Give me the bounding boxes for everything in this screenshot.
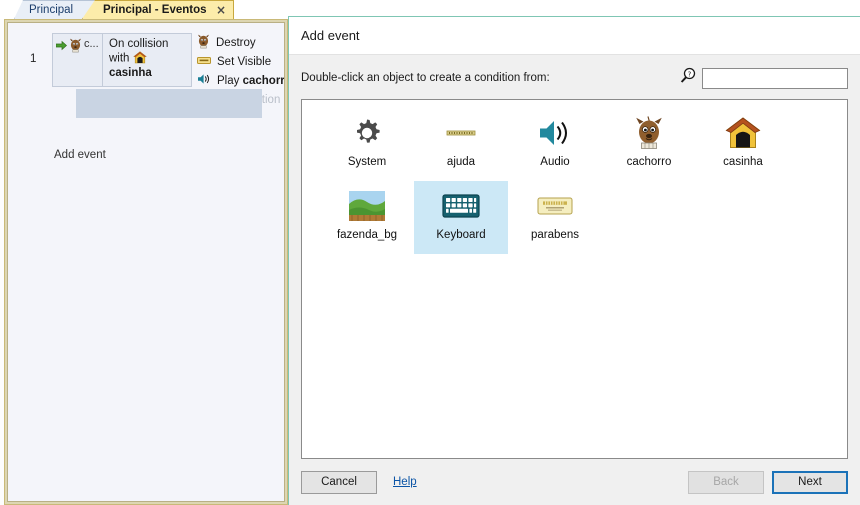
object-list[interactable]: System ajuda Audio cachorro casinha faze… bbox=[301, 99, 848, 459]
gear-icon bbox=[348, 114, 386, 152]
event-sheet[interactable]: 1 c... On collision with casinha Destroy… bbox=[7, 22, 285, 502]
search-input[interactable] bbox=[702, 67, 848, 89]
ajuda-bar-icon bbox=[442, 114, 480, 152]
casinha-house-icon bbox=[132, 51, 147, 66]
tab-principal-eventos-label: Principal - Eventos bbox=[103, 4, 207, 16]
svg-text:?: ? bbox=[688, 70, 692, 78]
tab-principal-eventos[interactable]: Principal - Eventos × bbox=[82, 0, 234, 19]
condition-text-line2: with bbox=[109, 52, 130, 65]
object-item-ajuda[interactable]: ajuda bbox=[414, 108, 508, 181]
object-item-audio[interactable]: Audio bbox=[508, 108, 602, 181]
object-item-cachorro[interactable]: cachorro bbox=[602, 108, 696, 181]
next-button[interactable]: Next bbox=[772, 470, 848, 494]
action-set-visible-label: Set Visible bbox=[217, 55, 272, 68]
dialog-title: Add event bbox=[301, 28, 360, 43]
object-label: casinha bbox=[723, 156, 763, 168]
action-play-prefix: Play bbox=[217, 74, 243, 87]
action-set-visible[interactable]: Set Visible bbox=[194, 52, 284, 71]
event-blank-strip[interactable] bbox=[76, 89, 262, 118]
house-icon bbox=[724, 114, 762, 152]
dog-icon bbox=[630, 114, 668, 152]
dialog-footer: Cancel Help Back Next bbox=[289, 459, 860, 505]
object-grid: System ajuda Audio cachorro casinha faze… bbox=[320, 108, 841, 254]
object-label: parabens bbox=[531, 229, 579, 241]
object-label: ajuda bbox=[446, 156, 476, 168]
object-label: System bbox=[347, 156, 387, 168]
card-icon bbox=[536, 187, 574, 225]
condition-target-object: casinha bbox=[109, 67, 152, 79]
condition-text: On collision with casinha bbox=[103, 34, 191, 86]
object-item-fazenda-bg[interactable]: fazenda_bg bbox=[320, 181, 414, 254]
tab-principal-label: Principal bbox=[29, 4, 74, 16]
event-number: 1 bbox=[30, 53, 37, 65]
dialog-titlebar: Add event bbox=[289, 17, 860, 55]
object-label: Keyboard bbox=[436, 229, 486, 241]
event-row[interactable]: 1 c... On collision with casinha Destroy… bbox=[8, 31, 285, 118]
action-play-audio-label: Play cachorro bbox=[217, 74, 285, 87]
action-destroy-label: Destroy bbox=[216, 36, 256, 49]
object-item-parabens[interactable]: parabens bbox=[508, 181, 602, 254]
green-arrow-icon bbox=[55, 38, 68, 51]
field-bg-icon bbox=[348, 187, 386, 225]
object-label: fazenda_bg bbox=[336, 229, 398, 241]
dialog-prompt: Double-click an object to create a condi… bbox=[301, 72, 550, 84]
condition-text-line1: On collision bbox=[109, 38, 169, 50]
footer-nav-buttons: Back Next bbox=[688, 470, 848, 494]
object-item-system[interactable]: System bbox=[320, 108, 414, 181]
help-link[interactable]: Help bbox=[393, 476, 417, 488]
action-play-audio[interactable]: Play cachorro bbox=[194, 71, 285, 90]
dialog-body: Double-click an object to create a condi… bbox=[289, 55, 860, 459]
back-button[interactable]: Back bbox=[688, 470, 764, 494]
add-event-button[interactable]: Add event bbox=[54, 149, 106, 161]
event-condition[interactable]: c... On collision with casinha bbox=[52, 33, 192, 87]
cancel-button[interactable]: Cancel bbox=[301, 470, 377, 494]
dog-icon bbox=[69, 38, 82, 53]
set-visible-icon bbox=[197, 55, 211, 69]
keyboard-icon bbox=[442, 187, 480, 225]
search-area: ? bbox=[680, 67, 848, 89]
search-help-icon[interactable]: ? bbox=[680, 67, 697, 89]
object-item-casinha[interactable]: casinha bbox=[696, 108, 790, 181]
action-play-object: cachorro bbox=[242, 74, 285, 87]
condition-object-label: c... bbox=[84, 38, 99, 50]
condition-object[interactable]: c... bbox=[53, 34, 103, 86]
action-destroy[interactable]: Destroy bbox=[194, 33, 284, 52]
close-icon[interactable]: × bbox=[216, 3, 226, 17]
audio-speaker-icon bbox=[197, 73, 211, 88]
object-label: cachorro bbox=[626, 156, 672, 168]
add-event-dialog: Add event Double-click an object to crea… bbox=[288, 16, 860, 505]
dog-icon bbox=[197, 34, 210, 52]
object-label: Audio bbox=[540, 156, 570, 168]
prompt-row: Double-click an object to create a condi… bbox=[301, 65, 848, 91]
event-sheet-frame: 1 c... On collision with casinha Destroy… bbox=[4, 19, 288, 505]
app-window: Principal Principal - Eventos × 1 c... O… bbox=[0, 0, 860, 505]
object-item-keyboard[interactable]: Keyboard bbox=[414, 181, 508, 254]
speaker-icon bbox=[536, 114, 574, 152]
